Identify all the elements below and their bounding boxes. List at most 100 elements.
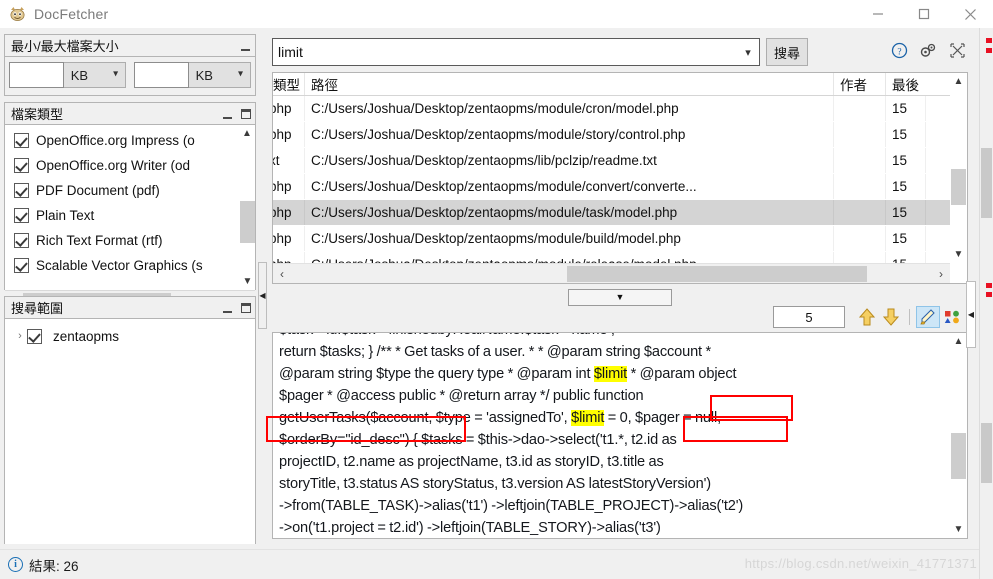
table-row[interactable]: phpC:/Users/Joshua/Desktop/zentaopms/mod… [273, 174, 950, 200]
scope-tree-item[interactable]: › zentaopms [5, 324, 255, 348]
scroll-up-icon[interactable]: ▲ [950, 73, 967, 90]
chevron-down-icon: ▾ [113, 68, 119, 80]
search-scope-maximize-icon[interactable] [241, 302, 251, 313]
color-swatches-button[interactable] [940, 306, 964, 328]
help-icon[interactable]: ? [890, 41, 908, 59]
next-match-button[interactable] [879, 305, 903, 329]
preview-vertical-scrollbar[interactable]: ▲ ▼ [950, 333, 967, 538]
table-cell-modified: 15 [886, 148, 926, 173]
right-pane-collapse-handle[interactable]: ◀ [966, 281, 976, 348]
left-pane-collapse-handle[interactable]: ◀ [258, 262, 267, 329]
search-term-highlight: $limit [571, 410, 605, 426]
info-icon: i [8, 557, 23, 572]
title-bar: DocFetcher [0, 0, 993, 28]
file-type-list: OpenOffice.org Impress (o OpenOffice.org … [5, 125, 255, 290]
checkbox-icon[interactable] [14, 258, 29, 273]
preview-text-segment: $pager * @access public * @return array … [279, 388, 644, 404]
min-size-unit-value: KB [70, 67, 89, 83]
column-header-modified[interactable]: 最後 [886, 73, 926, 95]
checkbox-icon[interactable] [14, 158, 29, 173]
scrollbar-thumb[interactable] [240, 201, 255, 243]
results-table[interactable]: 類型 路徑 作者 最後 phpC:/Users/Joshua/Desktop/z… [272, 72, 968, 284]
file-type-maximize-icon[interactable] [241, 108, 251, 119]
preview-text-segment: = 0, $pager = null, [604, 410, 721, 426]
chevron-down-icon[interactable]: ▾ [737, 46, 759, 59]
file-size-filter-title: 最小/最大檔案大小 [11, 39, 119, 54]
preferences-gears-icon[interactable] [919, 41, 937, 59]
scrollbar-thumb[interactable] [951, 169, 966, 205]
preview-text-segment: $orderBy="id_desc") { $tasks = $this->da… [279, 432, 677, 448]
checkbox-icon[interactable] [14, 208, 29, 223]
column-header-path[interactable]: 路徑 [305, 73, 834, 95]
checkbox-icon[interactable] [14, 183, 29, 198]
toolbar-separator [909, 309, 910, 325]
scroll-marker [986, 48, 992, 53]
checkbox-icon[interactable] [14, 133, 29, 148]
table-row[interactable]: phpC:/Users/Joshua/Desktop/zentaopms/mod… [273, 252, 950, 263]
scroll-down-icon[interactable]: ▼ [950, 521, 967, 538]
checkbox-icon[interactable] [27, 328, 42, 344]
scrollbar-thumb[interactable] [567, 266, 867, 282]
column-header-author[interactable]: 作者 [834, 73, 886, 95]
search-input[interactable]: limit [273, 44, 737, 60]
max-size-input[interactable] [133, 62, 189, 88]
table-cell-type: xt [273, 148, 305, 173]
minimize-to-tray-icon[interactable] [948, 41, 966, 59]
scrollbar-thumb[interactable] [981, 148, 992, 218]
scroll-right-icon[interactable]: › [932, 267, 950, 281]
table-cell-author [834, 96, 886, 121]
app-cat-icon [8, 5, 26, 23]
file-type-item[interactable]: Scalable Vector Graphics (s [5, 253, 255, 278]
table-row[interactable]: phpC:/Users/Joshua/Desktop/zentaopms/mod… [273, 200, 950, 226]
close-button[interactable] [947, 0, 993, 28]
results-horizontal-scrollbar[interactable]: ‹ › [273, 263, 950, 283]
checkbox-icon[interactable] [14, 233, 29, 248]
browser-edge-scrollbar[interactable] [979, 28, 993, 579]
table-row[interactable]: phpC:/Users/Joshua/Desktop/zentaopms/mod… [273, 226, 950, 252]
expand-chevron-icon[interactable]: › [13, 330, 27, 342]
table-cell-author [834, 200, 886, 225]
search-term-highlight: $limit [593, 366, 628, 382]
min-size-input[interactable] [9, 62, 64, 88]
results-vertical-scrollbar[interactable]: ▲ ▼ [950, 73, 967, 283]
scroll-up-icon[interactable]: ▲ [239, 125, 255, 142]
search-button[interactable]: 搜尋 [766, 38, 808, 66]
file-size-filter-group: 最小/最大檔案大小 KB ▾ KB ▾ [4, 34, 256, 96]
file-size-minimize-icon[interactable] [240, 41, 251, 51]
table-row[interactable]: xtC:/Users/Joshua/Desktop/zentaopms/lib/… [273, 148, 950, 174]
max-size-unit-select[interactable]: KB ▾ [188, 62, 252, 88]
file-type-item[interactable]: OpenOffice.org Impress (o [5, 128, 255, 153]
file-type-item[interactable]: Plain Text [5, 203, 255, 228]
table-cell-path: C:/Users/Joshua/Desktop/zentaopms/module… [305, 200, 834, 225]
scroll-down-icon[interactable]: ▼ [950, 246, 967, 263]
scroll-up-icon[interactable]: ▲ [950, 333, 967, 350]
file-type-item[interactable]: PDF Document (pdf) [5, 178, 255, 203]
search-scope-minimize-icon[interactable] [222, 303, 233, 313]
preview-line: ->from(TABLE_TASK)->alias('t1') ->leftjo… [279, 495, 944, 517]
file-type-minimize-icon[interactable] [222, 109, 233, 119]
table-cell-path: C:/Users/Joshua/Desktop/zentaopms/module… [305, 122, 834, 147]
table-row[interactable]: phpC:/Users/Joshua/Desktop/zentaopms/mod… [273, 122, 950, 148]
file-type-item[interactable]: Rich Text Format (rtf) [5, 228, 255, 253]
table-cell-modified: 15 [886, 252, 926, 263]
minimize-button[interactable] [855, 0, 901, 28]
min-size-unit-select[interactable]: KB ▾ [63, 62, 127, 88]
scroll-left-icon[interactable]: ‹ [273, 267, 291, 281]
maximize-button[interactable] [901, 0, 947, 28]
preview-toolbar: 5 [272, 302, 968, 332]
column-header-type[interactable]: 類型 [273, 73, 305, 95]
right-pane: limit ▾ 搜尋 ? 類型 路徑 作者 最後 hp C:/Users/Jos… [268, 34, 972, 544]
scroll-down-icon[interactable]: ▼ [239, 273, 255, 290]
scrollbar-thumb[interactable] [981, 423, 992, 483]
table-row[interactable]: phpC:/Users/Joshua/Desktop/zentaopms/mod… [273, 96, 950, 122]
scrollbar-thumb[interactable] [951, 433, 966, 479]
file-type-vertical-scrollbar[interactable]: ▲ ▼ [238, 125, 255, 290]
match-index-input[interactable]: 5 [773, 306, 845, 328]
search-bar: limit ▾ 搜尋 ? [268, 34, 972, 70]
search-input-combo[interactable]: limit ▾ [272, 38, 760, 66]
highlight-toggle-button[interactable] [916, 306, 940, 328]
file-type-item[interactable]: OpenOffice.org Writer (od [5, 153, 255, 178]
scroll-marker [986, 283, 992, 288]
preview-pane[interactable]: $task->id.$task->finishedbyRealName.$tas… [272, 332, 968, 539]
previous-match-button[interactable] [855, 305, 879, 329]
